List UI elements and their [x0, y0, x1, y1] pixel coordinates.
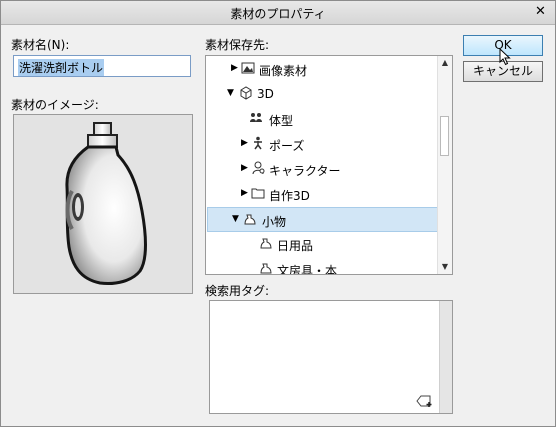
scroll-down-icon[interactable]: ▼	[439, 261, 451, 273]
bottle-image	[65, 122, 147, 285]
tree-item-label: ポーズ	[269, 139, 305, 153]
material-properties-dialog: 素材のプロパティ ✕ 素材名(N): 洗濯洗剤ボトル 素材のイメージ: 素材保存…	[0, 0, 556, 427]
tree-item-label: 自作3D	[269, 189, 310, 203]
tree-item-small-objects[interactable]: ▼ 小物	[207, 207, 439, 232]
image-folder-icon	[241, 62, 255, 74]
tree-item-label: 画像素材	[259, 64, 308, 78]
tree-item-label: 体型	[269, 114, 294, 128]
body-type-icon	[250, 113, 262, 122]
character-icon	[252, 161, 265, 175]
expand-arrow-icon[interactable]: ▶	[231, 63, 238, 73]
tree-item-label: キャラクター	[269, 164, 341, 178]
tree-item-label: 3D	[257, 87, 274, 101]
expand-arrow-icon[interactable]: ▶	[241, 188, 248, 198]
tags-scrollbar[interactable]	[439, 301, 452, 413]
tree-item-custom-3d[interactable]: ▶ 自作3D	[207, 182, 439, 207]
save-location-label: 素材保存先:	[205, 38, 270, 52]
material-name-input[interactable]: 洗濯洗剤ボトル	[13, 55, 191, 77]
small-object-icon	[244, 214, 256, 225]
folder-icon	[251, 188, 265, 199]
tree-item-stationery-books[interactable]: 文房具・本	[207, 257, 439, 275]
close-button[interactable]: ✕	[532, 4, 549, 20]
tree-item-label: 日用品	[277, 239, 314, 253]
tree-item-body-type[interactable]: 体型	[207, 107, 439, 132]
window-title: 素材のプロパティ	[230, 7, 326, 21]
small-object-icon	[260, 263, 272, 274]
tree-item-image-material[interactable]: ▶ 画像素材	[207, 57, 439, 82]
tree-item-pose[interactable]: ▶ ポーズ	[207, 132, 439, 157]
tree-item-label: 小物	[262, 215, 287, 229]
tree-item-daily-goods[interactable]: 日用品	[207, 232, 439, 257]
tree-item-3d[interactable]: ▼ 3D	[207, 82, 439, 107]
scrollbar-thumb[interactable]	[440, 116, 449, 156]
small-object-icon	[260, 238, 272, 249]
expand-arrow-icon[interactable]: ▶	[241, 138, 248, 148]
material-image-label: 素材のイメージ:	[11, 98, 99, 112]
add-tag-icon[interactable]	[416, 395, 434, 407]
material-name-label: 素材名(N):	[11, 38, 70, 52]
mouse-cursor-icon	[499, 48, 511, 66]
cube-icon	[240, 86, 252, 100]
search-tags-area[interactable]	[209, 300, 453, 414]
pose-icon	[254, 136, 262, 150]
tree-item-label: 文房具・本	[277, 264, 338, 275]
collapse-arrow-icon[interactable]: ▼	[232, 214, 239, 224]
expand-arrow-icon[interactable]: ▶	[241, 163, 248, 173]
title-bar[interactable]: 素材のプロパティ ✕	[1, 1, 555, 25]
material-preview	[13, 114, 193, 294]
collapse-arrow-icon[interactable]: ▼	[227, 88, 234, 98]
tree-scrollbar[interactable]: ▲ ▼	[437, 56, 452, 274]
save-location-tree[interactable]: ▶ 画像素材 ▼ 3D 体型 ▶ ポーズ ▶ キャラクター ▶ 自作3D ▼ 小…	[205, 55, 453, 275]
close-icon[interactable]: ✕	[535, 4, 546, 19]
scroll-up-icon[interactable]: ▲	[439, 57, 451, 69]
tree-item-character[interactable]: ▶ キャラクター	[207, 157, 439, 182]
material-name-value[interactable]: 洗濯洗剤ボトル	[18, 59, 105, 76]
search-tags-label: 検索用タグ:	[205, 284, 270, 298]
